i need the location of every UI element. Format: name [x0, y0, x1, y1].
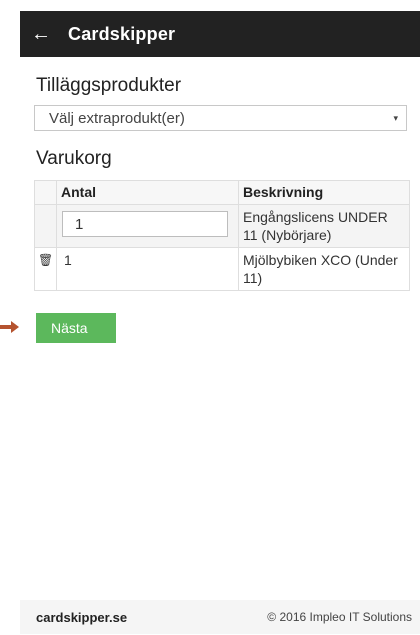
cart-table: Antal Beskrivning 1 Engångslicens UNDER … [34, 180, 410, 291]
footer: cardskipper.se © 2016 Impleo IT Solution… [20, 600, 420, 634]
top-app-bar: ← Cardskipper [20, 11, 420, 57]
row-action-cell: 🗑 [34, 247, 57, 291]
trash-icon[interactable]: 🗑 [36, 249, 55, 267]
quantity-value: 1 [64, 252, 72, 268]
addons-heading: Tilläggsprodukter [36, 75, 182, 96]
quantity-input-value: 1 [75, 215, 84, 233]
description-cell: Engångslicens UNDER 11 (Nybörjare) [238, 204, 410, 248]
footer-copyright: © 2016 Impleo IT Solutions [267, 610, 412, 624]
quantity-input[interactable]: 1 [62, 211, 228, 237]
arrow-left-icon[interactable]: ← [18, 11, 64, 57]
quantity-cell: 1 [56, 204, 239, 248]
cart-header-row: Antal Beskrivning [34, 180, 410, 205]
app-screen: ← Cardskipper Tilläggsprodukter Välj ext… [20, 0, 420, 635]
pointer-arrow-icon [0, 321, 19, 333]
addon-select-value: Välj extraprodukt(er) [49, 109, 185, 127]
column-header-action [34, 180, 57, 205]
row-action-cell [34, 204, 57, 248]
description-cell: Mjölbybiken XCO (Under 11) [238, 247, 410, 291]
cart-heading: Varukorg [36, 148, 112, 169]
footer-brand-link[interactable]: cardskipper.se [36, 610, 127, 625]
table-row: 1 Engångslicens UNDER 11 (Nybörjare) [34, 204, 410, 248]
addon-product-select[interactable]: Välj extraprodukt(er) ▾ [34, 105, 407, 131]
quantity-cell: 1 [56, 247, 239, 291]
table-row: 🗑 1 Mjölbybiken XCO (Under 11) [34, 247, 410, 291]
column-header-quantity: Antal [56, 180, 239, 205]
next-button[interactable]: Nästa [36, 313, 116, 343]
app-title: Cardskipper [68, 23, 176, 44]
column-header-description: Beskrivning [238, 180, 410, 205]
dropdown-caret-icon: ▾ [393, 112, 398, 123]
